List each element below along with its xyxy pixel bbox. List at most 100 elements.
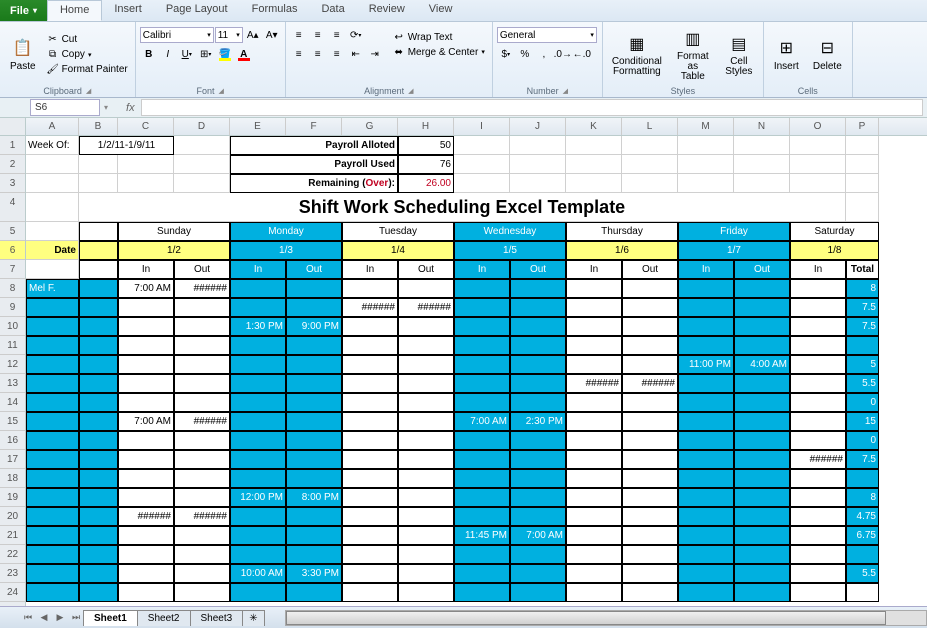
- cell-I8[interactable]: [454, 279, 510, 298]
- cell-E21[interactable]: [230, 526, 286, 545]
- cell-K16[interactable]: [566, 431, 622, 450]
- underline-button[interactable]: U▾: [178, 46, 196, 62]
- cell-B12[interactable]: [79, 355, 118, 374]
- tab-insert[interactable]: Insert: [102, 0, 154, 21]
- cell-M8[interactable]: [678, 279, 734, 298]
- cell-J1[interactable]: [510, 136, 566, 155]
- row-header-8[interactable]: 8: [0, 279, 25, 298]
- cell-F23[interactable]: 3:30 PM: [286, 564, 342, 583]
- cell-O23[interactable]: [790, 564, 846, 583]
- cell-H13[interactable]: [398, 374, 454, 393]
- cell-K23[interactable]: [566, 564, 622, 583]
- cell-L13[interactable]: ######: [622, 374, 678, 393]
- tab-data[interactable]: Data: [309, 0, 356, 21]
- cell-E3[interactable]: Remaining (Over):: [230, 174, 398, 193]
- sheet-tab-2[interactable]: Sheet2: [137, 610, 191, 626]
- number-launcher[interactable]: ◢: [563, 87, 568, 95]
- cell-P4[interactable]: [846, 193, 879, 222]
- cell-A20[interactable]: [26, 507, 79, 526]
- column-header-P[interactable]: P: [846, 118, 879, 135]
- cell-L11[interactable]: [622, 336, 678, 355]
- cell-C8[interactable]: 7:00 AM: [118, 279, 174, 298]
- cell-F8[interactable]: [286, 279, 342, 298]
- cell-N10[interactable]: [734, 317, 790, 336]
- accounting-button[interactable]: $▾: [497, 46, 515, 62]
- formula-bar[interactable]: [141, 99, 923, 116]
- cell-A23[interactable]: [26, 564, 79, 583]
- cell-B6[interactable]: [79, 241, 118, 260]
- cell-J19[interactable]: [510, 488, 566, 507]
- row-header-23[interactable]: 23: [0, 564, 25, 583]
- cell-M13[interactable]: [678, 374, 734, 393]
- cell-A7[interactable]: [26, 260, 79, 279]
- cell-P8[interactable]: 8: [846, 279, 879, 298]
- cell-L20[interactable]: [622, 507, 678, 526]
- cell-A10[interactable]: [26, 317, 79, 336]
- cell-A19[interactable]: [26, 488, 79, 507]
- sheet-tab-3[interactable]: Sheet3: [190, 610, 244, 626]
- cell-H1[interactable]: 50: [398, 136, 454, 155]
- cell-J8[interactable]: [510, 279, 566, 298]
- column-header-O[interactable]: O: [790, 118, 846, 135]
- cell-D15[interactable]: ######: [174, 412, 230, 431]
- cell-A11[interactable]: [26, 336, 79, 355]
- column-header-E[interactable]: E: [230, 118, 286, 135]
- cell-E1[interactable]: Payroll Alloted: [230, 136, 398, 155]
- column-header-B[interactable]: B: [79, 118, 118, 135]
- merge-center-button[interactable]: ⬌Merge & Center ▾: [390, 45, 488, 59]
- cell-M21[interactable]: [678, 526, 734, 545]
- row-header-2[interactable]: 2: [0, 155, 25, 174]
- cell-B8[interactable]: [79, 279, 118, 298]
- cell-I17[interactable]: [454, 450, 510, 469]
- cell-J10[interactable]: [510, 317, 566, 336]
- cell-D16[interactable]: [174, 431, 230, 450]
- cell-O6[interactable]: 1/8: [790, 241, 879, 260]
- cell-J16[interactable]: [510, 431, 566, 450]
- cell-H23[interactable]: [398, 564, 454, 583]
- cell-E11[interactable]: [230, 336, 286, 355]
- tab-page-layout[interactable]: Page Layout: [154, 0, 240, 21]
- cell-I11[interactable]: [454, 336, 510, 355]
- cell-D11[interactable]: [174, 336, 230, 355]
- inc-decimal-button[interactable]: .0→: [554, 46, 572, 62]
- cell-P2[interactable]: [846, 155, 879, 174]
- cell-M3[interactable]: [678, 174, 734, 193]
- cell-H15[interactable]: [398, 412, 454, 431]
- cell-J23[interactable]: [510, 564, 566, 583]
- cell-D2[interactable]: [174, 155, 230, 174]
- cell-B4[interactable]: Shift Work Scheduling Excel Template: [79, 193, 846, 222]
- cell-I13[interactable]: [454, 374, 510, 393]
- cell-A5[interactable]: [26, 222, 79, 241]
- cell-N11[interactable]: [734, 336, 790, 355]
- cell-K9[interactable]: [566, 298, 622, 317]
- conditional-formatting-button[interactable]: ▦ Conditional Formatting: [607, 24, 667, 85]
- cell-B7[interactable]: [79, 260, 118, 279]
- border-button[interactable]: ⊞▾: [197, 46, 215, 62]
- cell-K14[interactable]: [566, 393, 622, 412]
- cell-D12[interactable]: [174, 355, 230, 374]
- cell-P20[interactable]: 4.75: [846, 507, 879, 526]
- cell-M24[interactable]: [678, 583, 734, 602]
- cell-O18[interactable]: [790, 469, 846, 488]
- align-middle-button[interactable]: ≡: [309, 27, 327, 43]
- select-all-corner[interactable]: [0, 118, 25, 136]
- column-header-F[interactable]: F: [286, 118, 342, 135]
- cell-C15[interactable]: 7:00 AM: [118, 412, 174, 431]
- row-header-15[interactable]: 15: [0, 412, 25, 431]
- font-size-select[interactable]: 11▾: [215, 27, 243, 43]
- cell-B3[interactable]: [79, 174, 118, 193]
- cell-F12[interactable]: [286, 355, 342, 374]
- cell-G16[interactable]: [342, 431, 398, 450]
- cell-A12[interactable]: [26, 355, 79, 374]
- cell-P16[interactable]: 0: [846, 431, 879, 450]
- sheet-nav-last[interactable]: ⏭: [68, 610, 84, 626]
- cell-I21[interactable]: 11:45 PM: [454, 526, 510, 545]
- cell-O16[interactable]: [790, 431, 846, 450]
- cell-P3[interactable]: [846, 174, 879, 193]
- cell-K13[interactable]: ######: [566, 374, 622, 393]
- cell-J3[interactable]: [510, 174, 566, 193]
- align-right-button[interactable]: ≡: [328, 46, 346, 62]
- row-header-1[interactable]: 1: [0, 136, 25, 155]
- cell-N23[interactable]: [734, 564, 790, 583]
- indent-inc-button[interactable]: ⇥: [366, 46, 384, 62]
